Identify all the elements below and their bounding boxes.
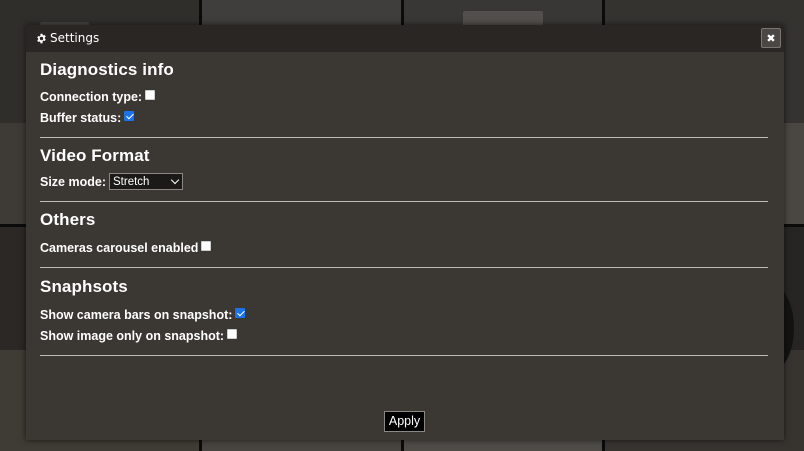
- settings-dialog: Settings ✖ Diagnostics info Connection t…: [26, 25, 784, 440]
- video-format-section: Video Format Size mode: Stretch: [40, 138, 768, 202]
- connection-type-row: Connection type:: [40, 86, 768, 107]
- close-button[interactable]: ✖: [761, 28, 781, 48]
- snapshots-section: Snaphsots Show camera bars on snapshot: …: [40, 268, 768, 356]
- show-camera-bars-checkbox[interactable]: [235, 307, 246, 318]
- buffer-status-checkbox[interactable]: [124, 110, 135, 121]
- connection-type-checkbox[interactable]: [145, 89, 156, 100]
- buffer-status-row: Buffer status:: [40, 107, 768, 128]
- size-mode-row: Size mode: Stretch: [40, 171, 768, 192]
- cameras-carousel-label: Cameras carousel enabled: [40, 240, 199, 255]
- size-mode-value: Stretch: [113, 175, 150, 188]
- chevron-down-icon: [170, 175, 180, 185]
- diagnostics-section: Diagnostics info Connection type: Buffer…: [40, 52, 768, 138]
- show-image-only-label: Show image only on snapshot:: [40, 328, 225, 343]
- gear-icon: [37, 33, 46, 43]
- dialog-title-text: Settings: [50, 31, 100, 45]
- snapshots-heading: Snaphsots: [40, 277, 128, 296]
- cameras-carousel-row: Cameras carousel enabled: [40, 237, 768, 258]
- others-heading: Others: [40, 210, 96, 229]
- cameras-carousel-checkbox[interactable]: [201, 240, 212, 251]
- video-format-heading: Video Format: [40, 146, 150, 165]
- connection-type-label: Connection type:: [40, 89, 143, 104]
- dialog-titlebar: Settings ✖: [26, 25, 784, 52]
- close-icon: ✖: [766, 32, 776, 45]
- settings-content: Diagnostics info Connection type: Buffer…: [40, 52, 768, 356]
- size-mode-label: Size mode:: [40, 174, 106, 189]
- dialog-title: Settings: [36, 31, 99, 45]
- show-image-only-row: Show image only on snapshot:: [40, 325, 768, 346]
- show-camera-bars-row: Show camera bars on snapshot:: [40, 304, 768, 325]
- others-section: Others Cameras carousel enabled: [40, 202, 768, 268]
- size-mode-select[interactable]: Stretch: [109, 173, 183, 190]
- buffer-status-label: Buffer status:: [40, 110, 122, 125]
- section-divider: [40, 355, 768, 356]
- diagnostics-heading: Diagnostics info: [40, 60, 174, 79]
- apply-button[interactable]: Apply: [384, 411, 425, 432]
- show-camera-bars-label: Show camera bars on snapshot:: [40, 307, 233, 322]
- show-image-only-checkbox[interactable]: [227, 328, 238, 339]
